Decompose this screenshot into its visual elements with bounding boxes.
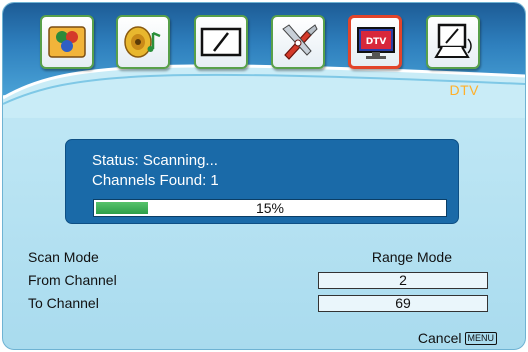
from-channel-label: From Channel: [28, 272, 117, 288]
menu-item-tools[interactable]: [271, 15, 325, 69]
osd-window: DTV DTV Status: Scanning... Channels Fou…: [2, 2, 526, 350]
menu-item-sound[interactable]: [116, 15, 170, 69]
to-channel-field[interactable]: 69: [318, 295, 488, 312]
dtv-icon-text: DTV: [366, 37, 387, 47]
scan-progress-bar: 15%: [93, 199, 447, 217]
menu-icon-row: DTV: [3, 15, 525, 75]
progress-label: 15%: [255, 200, 285, 216]
menu-key-badge: MENU: [464, 332, 497, 345]
status-text: Status: Scanning...: [92, 152, 218, 169]
channels-found-text: Channels Found: 1: [92, 172, 219, 189]
section-label: DTV: [449, 82, 479, 98]
from-channel-field[interactable]: 2: [318, 272, 488, 289]
menu-item-dtv[interactable]: DTV: [348, 15, 402, 69]
display-icon: [200, 27, 242, 57]
menu-item-display[interactable]: [194, 15, 248, 69]
cancel-button[interactable]: Cancel MENU: [418, 330, 497, 346]
tools-icon: [282, 24, 318, 60]
header-bar: DTV: [3, 3, 525, 118]
menu-item-pc[interactable]: [426, 15, 480, 69]
scan-mode-row[interactable]: Scan Mode Range Mode: [28, 249, 488, 269]
from-channel-row[interactable]: From Channel 2: [28, 272, 488, 292]
to-channel-label: To Channel: [28, 295, 99, 311]
sound-icon: [124, 26, 161, 58]
pc-icon: [434, 23, 472, 58]
scan-mode-label: Scan Mode: [28, 249, 99, 265]
menu-item-picture[interactable]: [40, 15, 94, 69]
scan-status-panel: Status: Scanning... Channels Found: 1 15…: [65, 139, 459, 224]
dtv-icon: DTV: [357, 27, 395, 59]
cancel-label: Cancel: [417, 330, 462, 346]
picture-icon: [48, 26, 86, 58]
scan-mode-value[interactable]: Range Mode: [372, 249, 452, 265]
to-channel-row[interactable]: To Channel 69: [28, 295, 488, 315]
